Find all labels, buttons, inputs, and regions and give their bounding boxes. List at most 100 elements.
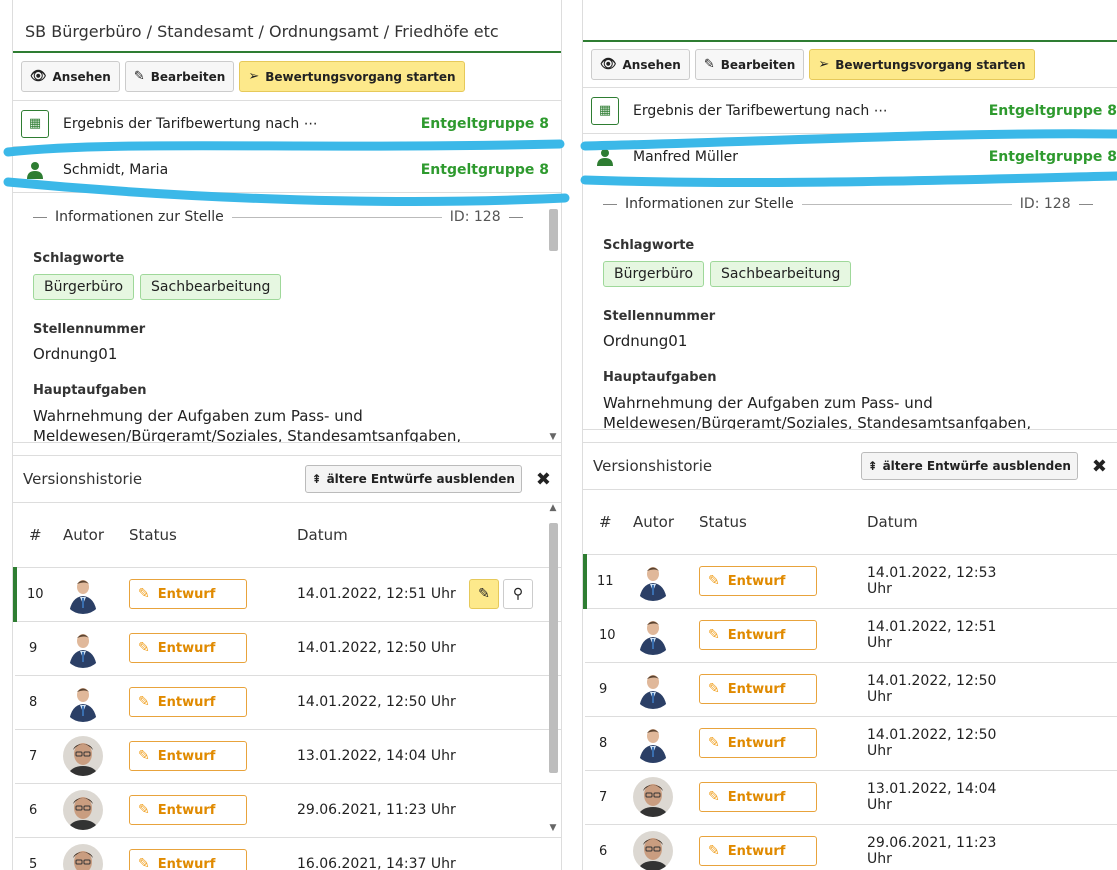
avatar xyxy=(633,615,673,655)
table-row[interactable]: 10 ✎ Entwurf 14.01.2022, 12:51 Uhr xyxy=(585,608,1117,663)
tag[interactable]: Sachbearbeitung xyxy=(710,261,852,287)
main-tasks-label: Hauptaufgaben xyxy=(33,383,147,398)
edit-button[interactable]: ✎ Bearbeiten xyxy=(124,61,235,92)
info-legend-title: Informationen zur Stelle xyxy=(55,209,224,225)
info-legend: Informationen zur Stelle ID: 128 xyxy=(33,209,541,225)
start-evaluation-label: Bewertungsvorgang starten xyxy=(265,69,456,84)
version-date: 14.01.2022, 12:50 Uhr xyxy=(867,716,1021,771)
info-id: ID: 128 xyxy=(449,209,501,225)
status-label: Entwurf xyxy=(157,748,216,764)
view-label: Ansehen xyxy=(622,57,681,72)
close-icon[interactable]: ✖ xyxy=(536,469,551,490)
version-date: 13.01.2022, 14:04 Uhr xyxy=(297,729,465,784)
avatar xyxy=(633,561,673,601)
person-grade: Entgeltgruppe 8 xyxy=(988,148,1117,165)
avatar xyxy=(633,669,673,709)
tags: Bürgerbüro Sachbearbeitung xyxy=(33,274,541,300)
pencil-icon: ✎ xyxy=(133,69,145,84)
start-evaluation-label: Bewertungsvorgang starten xyxy=(835,57,1026,72)
view-button[interactable]: 👁 Ansehen xyxy=(21,61,120,92)
table-row[interactable]: 7 ✎ Entwurf 13.01.2022, 14:04 Uhr xyxy=(585,770,1117,825)
tag[interactable]: Bürgerbüro xyxy=(33,274,135,300)
version-table-wrap: # Autor Status Datum 10 ✎ Entwurf 14.01.202… xyxy=(13,503,561,870)
version-number: 8 xyxy=(15,675,63,730)
person-row[interactable]: Manfred Müller Entgeltgruppe 8 xyxy=(583,134,1117,180)
hide-older-drafts-button[interactable]: ⇞ ältere Entwürfe ausblenden xyxy=(860,452,1078,480)
version-date: 14.01.2022, 12:50 Uhr xyxy=(297,621,465,676)
table-row[interactable]: 9 ✎ Entwurf 14.01.2022, 12:50 Uhr xyxy=(585,662,1117,717)
start-evaluation-button[interactable]: ➢ Bewertungsvorgang starten xyxy=(809,49,1035,80)
result-label: Ergebnis der Tarifbewertung nach ⋯ xyxy=(633,102,888,119)
hide-older-drafts-label: ältere Entwürfe ausblenden xyxy=(326,472,515,486)
status-badge: ✎ Entwurf xyxy=(129,633,247,663)
scroll-thumb[interactable] xyxy=(549,523,558,773)
table-row[interactable]: 11 ✎ Entwurf 14.01.2022, 12:53 Uhr xyxy=(583,554,1117,609)
table-row[interactable]: 6 ✎ Entwurf 29.06.2021, 11:23 Uhr xyxy=(585,824,1117,870)
send-icon: ➢ xyxy=(248,69,260,84)
scroll-up-icon[interactable]: ▲ xyxy=(547,193,559,203)
avatar xyxy=(63,682,103,722)
start-evaluation-button[interactable]: ➢ Bewertungsvorgang starten xyxy=(239,61,465,92)
table-row[interactable]: 8 ✎ Entwurf 14.01.2022, 12:50 Uhr xyxy=(585,716,1117,771)
edit-button[interactable]: ✎ Bearbeiten xyxy=(694,49,805,80)
pencil-icon: ✎ xyxy=(138,694,150,710)
status-badge: ✎ Entwurf xyxy=(699,620,817,650)
scroll-up-icon[interactable]: ▲ xyxy=(547,503,559,513)
tag[interactable]: Bürgerbüro xyxy=(603,261,705,287)
pencil-icon: ✎ xyxy=(708,789,720,805)
eye-icon: 👁 xyxy=(600,57,617,72)
status-badge: ✎ Entwurf xyxy=(129,741,247,771)
hide-older-drafts-button[interactable]: ⇞ ältere Entwürfe ausblenden xyxy=(304,465,522,493)
table-row[interactable]: 5 ✎ Entwurf 16.06.2021, 14:37 Uhr xyxy=(15,837,561,870)
table-row[interactable]: 10 ✎ Entwurf 14.01.2022, 12:51 Uhr ✎ ⚲ xyxy=(13,567,561,622)
scroll-down-icon[interactable]: ▼ xyxy=(547,823,559,833)
person-grade: Entgeltgruppe 8 xyxy=(420,161,549,178)
scrollbar[interactable]: ▲ ▼ xyxy=(547,193,559,442)
tags-label: Schlagworte xyxy=(603,238,695,253)
table-row[interactable]: 9 ✎ Entwurf 14.01.2022, 12:50 Uhr xyxy=(15,621,561,676)
tag[interactable]: Sachbearbeitung xyxy=(140,274,282,300)
pencil-icon: ✎ xyxy=(708,627,720,643)
version-date: 16.06.2021, 14:37 Uhr xyxy=(297,837,465,870)
version-history-header: Versionshistorie ⇞ ältere Entwürfe ausbl… xyxy=(583,442,1117,490)
result-row[interactable]: ▦ Ergebnis der Tarifbewertung nach ⋯ Ent… xyxy=(583,88,1117,134)
status-badge: ✎ Entwurf xyxy=(699,674,817,704)
status-label: Entwurf xyxy=(157,694,216,710)
pencil-icon: ✎ xyxy=(138,748,150,764)
table-scrollbar[interactable]: ▲ ▼ xyxy=(547,503,559,833)
status-badge: ✎ Entwurf xyxy=(129,849,247,870)
version-date: 14.01.2022, 12:53 Uhr xyxy=(867,554,1021,609)
version-number: 9 xyxy=(15,621,63,676)
info-legend-title: Informationen zur Stelle xyxy=(625,196,794,212)
status-label: Entwurf xyxy=(157,640,216,656)
status-label: Entwurf xyxy=(727,789,786,805)
person-row[interactable]: Schmidt, Maria Entgeltgruppe 8 xyxy=(13,147,561,193)
edit-version-button[interactable]: ✎ xyxy=(469,579,499,609)
status-label: Entwurf xyxy=(727,681,786,697)
table-row[interactable]: 7 ✎ Entwurf 13.01.2022, 14:04 Uhr xyxy=(15,729,561,784)
col-author: Autor xyxy=(63,503,129,568)
view-button[interactable]: 👁 Ansehen xyxy=(591,49,690,80)
version-date: 14.01.2022, 12:51 Uhr xyxy=(297,567,465,622)
close-icon[interactable]: ✖ xyxy=(1092,456,1107,477)
user-icon xyxy=(21,156,49,184)
scroll-down-icon[interactable]: ▼ xyxy=(547,432,559,442)
version-history-header: Versionshistorie ⇞ ältere Entwürfe ausbl… xyxy=(13,455,561,503)
table-row[interactable]: 6 ✎ Entwurf 29.06.2021, 11:23 Uhr xyxy=(15,783,561,838)
version-number: 10 xyxy=(13,567,63,622)
edit-label: Bearbeiten xyxy=(150,69,226,84)
tags: Bürgerbüro Sachbearbeitung xyxy=(603,261,1097,287)
left-pane: SB Bürgerbüro / Standesamt / Ordnungsamt… xyxy=(12,0,562,870)
award-icon[interactable]: ⚲ xyxy=(503,579,533,609)
avatar xyxy=(63,844,103,870)
scroll-thumb[interactable] xyxy=(549,209,558,251)
pencil-icon: ✎ xyxy=(708,573,720,589)
pencil-icon: ✎ xyxy=(138,856,150,870)
version-number: 11 xyxy=(583,554,633,609)
position-number: Ordnung01 xyxy=(603,332,688,350)
col-status: Status xyxy=(699,490,867,555)
toolbar: 👁 Ansehen ✎ Bearbeiten ➢ Bewertungsvorga… xyxy=(13,53,561,101)
table-row[interactable]: 8 ✎ Entwurf 14.01.2022, 12:50 Uhr xyxy=(15,675,561,730)
pencil-icon: ✎ xyxy=(708,681,720,697)
result-row[interactable]: ▦ Ergebnis der Tarifbewertung nach ⋯ Ent… xyxy=(13,101,561,147)
